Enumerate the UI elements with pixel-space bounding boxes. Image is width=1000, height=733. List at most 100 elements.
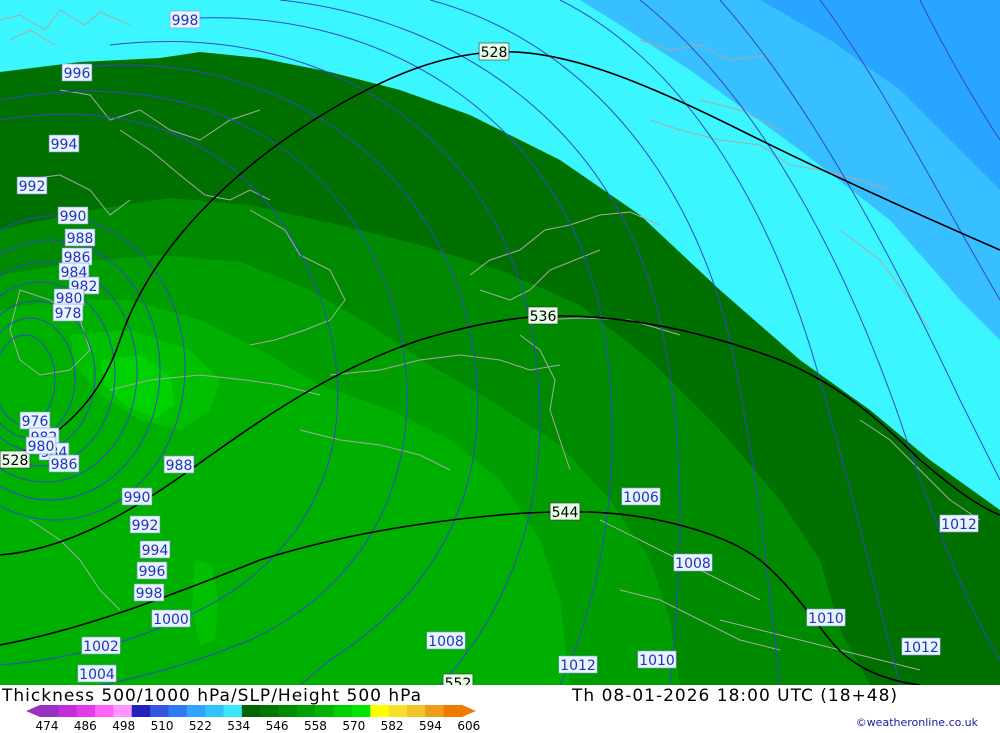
legend-swatch [150, 705, 169, 717]
isobar-label: 1012 [901, 637, 941, 656]
legend-tick-label: 486 [74, 719, 97, 733]
isobar-label-text: 1010 [639, 653, 675, 669]
isobar-label-text: 1012 [560, 658, 596, 674]
legend-tick-label: 594 [419, 719, 442, 733]
isobar-label: 978 [52, 303, 84, 322]
isobar-label-text: 996 [64, 66, 91, 82]
legend-tick-label: 498 [112, 719, 135, 733]
isobar-label-text: 1012 [903, 640, 939, 656]
map-footer: Thickness 500/1000 hPa/SLP/Height 500 hP… [0, 685, 1000, 733]
isobar-label-text: 994 [51, 137, 78, 153]
legend-swatch [58, 705, 78, 717]
credit-link[interactable]: ©weatheronline.co.uk [856, 716, 978, 729]
isobar-label-text: 980 [28, 439, 55, 455]
isobar-label-text: 1008 [428, 634, 464, 650]
isobar-label: 998 [169, 10, 201, 29]
height-label-text: 536 [530, 309, 557, 325]
legend-tick-label: 582 [381, 719, 404, 733]
legend-swatch [406, 705, 426, 717]
isobar-label: 998 [133, 583, 165, 602]
legend-swatch [388, 705, 408, 717]
isobar-label: 994 [139, 540, 171, 559]
isobar-label: 990 [57, 206, 89, 225]
isobar-label: 992 [129, 515, 161, 534]
height-label: 552 [442, 673, 474, 692]
legend-tick-label: 570 [342, 719, 365, 733]
legend-swatch [95, 705, 114, 717]
height-label: 528 [478, 42, 510, 61]
legend-swatch [241, 705, 261, 717]
isobar-label: 1006 [621, 487, 661, 506]
legend-left-arrow [26, 705, 40, 717]
height-label: 528 [0, 450, 31, 469]
height-label: 536 [527, 306, 559, 325]
legend-swatch [131, 705, 151, 717]
isobar-label-text: 1010 [808, 611, 844, 627]
isobar-label: 1008 [426, 631, 466, 650]
isobar-label: 992 [16, 176, 48, 195]
legend-tick-label: 510 [151, 719, 174, 733]
isobar-label-text: 992 [132, 518, 159, 534]
height-label-text: 528 [481, 45, 508, 61]
legend-swatch [168, 705, 188, 717]
isobar-label-text: 990 [60, 209, 87, 225]
isobar-label-text: 1006 [623, 490, 659, 506]
legend-swatch [351, 705, 371, 717]
legend-swatch [186, 705, 206, 717]
isobar-label: 1004 [77, 664, 117, 683]
map-canvas: 528528536544552 998996994992990988986984… [0, 0, 1000, 692]
isobar-label: 996 [61, 63, 93, 82]
isobar-label-text: 986 [51, 457, 78, 473]
isobar-label-text: 996 [139, 564, 166, 580]
isobar-label-text: 976 [22, 414, 49, 430]
legend-tick-label: 546 [266, 719, 289, 733]
isobar-label-text: 990 [124, 490, 151, 506]
isobar-label: 1008 [673, 553, 713, 572]
weather-map: 528 528 536 544 552 998 996 994 992 990 988 986 984… [0, 0, 1000, 692]
isobar-label-text: 978 [55, 306, 82, 322]
isobar-label: 1002 [81, 636, 121, 655]
legend-swatch [443, 705, 463, 717]
isobar-label-text: 998 [172, 13, 199, 29]
isobar-label: 988 [163, 455, 195, 474]
color-legend: 474 486 498 510 522 534 546 558 570 582 594 606 [26, 705, 480, 733]
isobar-label-text: 992 [19, 179, 46, 195]
isobar-label-text: 998 [136, 586, 163, 602]
legend-swatch [296, 705, 316, 717]
legend-tick-label: 534 [227, 719, 250, 733]
legend-tick-label: 522 [189, 719, 212, 733]
isobar-label-text: 1002 [83, 639, 119, 655]
isobar-label: 994 [48, 134, 80, 153]
legend-swatch [260, 705, 280, 717]
legend-tick-label: 606 [457, 719, 480, 733]
legend-swatch [205, 705, 224, 717]
isobar-label-text: 1012 [941, 517, 977, 533]
isobar-label-text: 1008 [675, 556, 711, 572]
legend-tick-label: 558 [304, 719, 327, 733]
isobar-label-text: 994 [142, 543, 169, 559]
isobar-label: 976 [19, 411, 51, 430]
isobar-label: 996 [136, 561, 168, 580]
height-label-text: 544 [552, 505, 579, 521]
isobar-label: 990 [121, 487, 153, 506]
legend-swatch [425, 705, 445, 717]
valid-time: Th 08-01-2026 18:00 UTC (18+48) [572, 686, 899, 706]
isobar-label: 986 [48, 454, 80, 473]
isobar-label: 1000 [151, 609, 191, 628]
legend-swatch [40, 705, 59, 717]
isobar-label-text: 1004 [79, 667, 115, 683]
legend-swatch [333, 705, 353, 717]
isobar-label: 1012 [939, 514, 979, 533]
isobar-label: 1010 [637, 650, 677, 669]
legend-swatch [315, 705, 335, 717]
isobar-label: 1010 [806, 608, 846, 627]
legend-swatch [278, 705, 298, 717]
isobar-label: 988 [64, 228, 96, 247]
height-label: 544 [549, 502, 581, 521]
legend-tick-label: 474 [36, 719, 59, 733]
isobar-label-text: 988 [166, 458, 193, 474]
isobar-label-text: 1000 [153, 612, 189, 628]
legend-swatch [370, 705, 390, 717]
legend-swatch [76, 705, 96, 717]
legend-swatch [223, 705, 243, 717]
